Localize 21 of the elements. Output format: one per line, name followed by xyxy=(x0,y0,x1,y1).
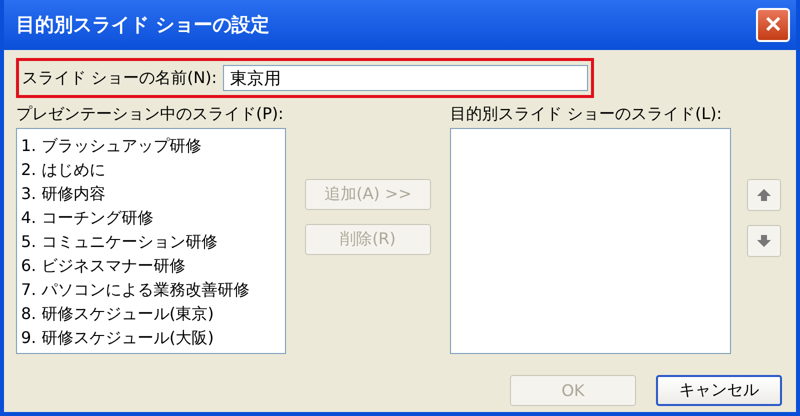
cancel-button[interactable]: キャンセル xyxy=(656,375,782,406)
slide-item[interactable]: 6. ビジネスマナー研修 xyxy=(21,254,281,278)
slide-item[interactable]: 1. ブラッシュアップ研修 xyxy=(21,134,281,158)
name-label: スライド ショーの名前(N): xyxy=(22,68,217,88)
close-button[interactable]: ✕ xyxy=(756,8,790,42)
slides-list[interactable]: 1. ブラッシュアップ研修 2. はじめに 3. 研修内容 4. コーチング研修 5. コミュニケーション研修 6. ビジネスマナー研修 7. パソコンによる業務改善研修 8. 研修スケジュール(東京) 9. 研修スケジュール(大阪) xyxy=(16,128,286,354)
slide-item[interactable]: 3. 研修内容 xyxy=(21,182,281,206)
slide-item[interactable]: 4. コーチング研修 xyxy=(21,206,281,230)
slide-item[interactable]: 9. 研修スケジュール(大阪) xyxy=(21,326,281,350)
window-title: 目的別スライド ショーの設定 xyxy=(16,13,270,38)
slide-item[interactable]: 7. パソコンによる業務改善研修 xyxy=(21,278,281,302)
move-down-button[interactable] xyxy=(747,225,781,257)
move-up-button[interactable] xyxy=(747,179,781,211)
custom-slides-label: 目的別スライド ショーのスライド(L): xyxy=(450,104,723,125)
slide-item[interactable]: 2. はじめに xyxy=(21,158,281,182)
down-arrow-icon xyxy=(756,233,772,249)
slide-item[interactable]: 5. コミュニケーション研修 xyxy=(21,230,281,254)
slide-item[interactable]: 8. 研修スケジュール(東京) xyxy=(21,302,281,326)
slides-label: プレゼンテーション中のスライド(P): xyxy=(16,104,285,125)
up-arrow-icon xyxy=(756,187,772,203)
name-field[interactable]: 東京用 xyxy=(222,65,588,91)
